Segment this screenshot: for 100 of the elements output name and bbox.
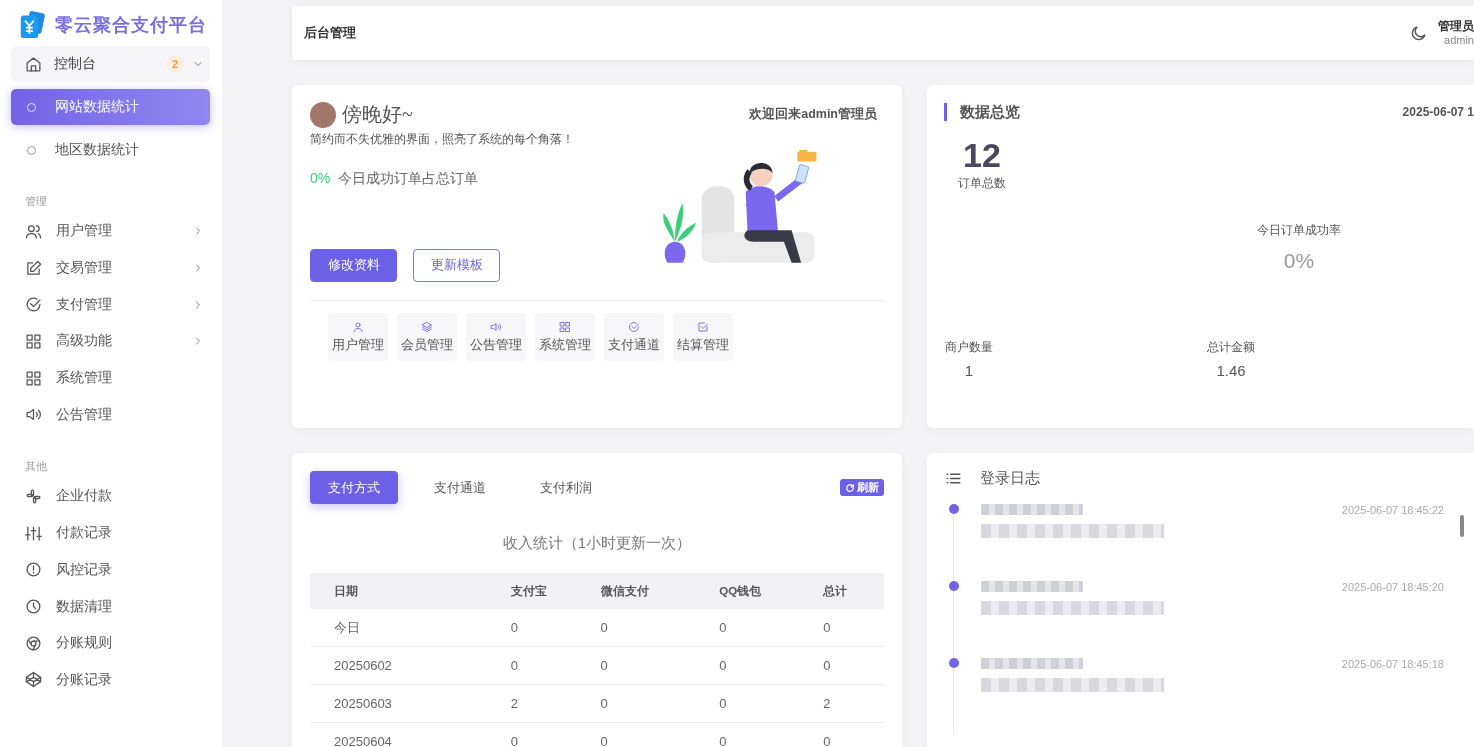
table-cell: 20250604 [310,722,511,747]
sliders-icon [25,524,42,542]
tab[interactable]: 支付方式 [310,471,398,504]
table-cell: 0 [600,684,720,723]
table-cell: 0 [600,646,720,685]
wallet-logo-icon [19,10,45,40]
stat-value: 1 [964,362,974,379]
success-rate-value: 0% [1283,249,1315,273]
sidebar-item[interactable]: 风控记录 [11,551,210,589]
avatar [310,101,336,128]
shortcut-tile[interactable]: 支付通道 [604,313,664,361]
shortcut-tile[interactable]: 会员管理 [397,313,457,361]
table-title: 收入统计（1小时更新一次） [501,534,693,553]
date-time: 2025-06-07 1 [1402,105,1474,119]
sidebar-item[interactable]: 企业付款 [11,478,210,515]
tagline: 简约而不失优雅的界面，照亮了系统的每个角落！ [310,131,575,148]
home-icon [25,55,42,73]
table-cell: 0 [823,609,884,647]
success-rate-label: 今日成功订单占总订单 [338,170,479,186]
column-header: 微信支付 [600,573,720,609]
sidebar-item[interactable]: 用户管理 [11,213,210,250]
table-cell: 20250603 [310,684,511,723]
sidebar-item[interactable]: 分账记录 [11,661,210,699]
stat-value: 1.46 [1216,362,1246,379]
success-rate: 0% [310,170,331,186]
sidebar-item[interactable]: 支付管理 [11,286,210,324]
user-role: 管理员 [1438,18,1474,34]
sidebar-item[interactable]: 交易管理 [11,249,210,287]
timeline-dot [949,658,959,668]
column-header: 总计 [823,573,884,609]
table-cell: 0 [510,722,601,747]
table-cell: 0 [823,722,884,747]
layers-icon [421,320,433,333]
user-name: admin [1444,33,1474,48]
checkbox-icon [697,320,709,333]
stat-label: 商户数量 [945,339,993,356]
shortcut-tile[interactable]: 用户管理 [328,313,388,361]
check-circle-icon [25,296,42,314]
welcome-text: 欢迎回来admin管理员 [749,106,877,123]
circle-aperture-icon [25,634,42,652]
cube-icon [25,671,42,689]
timestamp: 2025-06-07 18:45:18 [1341,658,1444,670]
count-badge: 2 [166,55,184,73]
card-title: 登录日志 [980,469,1040,488]
scrollbar[interactable] [1460,515,1464,537]
alert-icon [25,561,42,579]
column-header: 日期 [310,573,511,609]
column-header: QQ钱包 [719,573,824,609]
user-icon [352,320,364,333]
sidebar-item[interactable]: 系统管理 [11,359,210,397]
table-cell: 0 [600,722,720,747]
grid-icon [25,369,42,387]
table-cell: 0 [719,722,824,747]
tab[interactable]: 支付利润 [522,471,610,504]
edit-profile-button[interactable]: 修改资料 [310,249,397,282]
sidebar-item[interactable]: 公告管理 [11,396,210,434]
timestamp: 2025-06-07 18:45:22 [1341,504,1444,516]
submenu-item[interactable]: 网站数据统计 [11,89,210,125]
dashboard-menu-item[interactable]: 控制台 2 [11,46,210,82]
table-cell: 0 [719,609,824,647]
table-cell: 0 [719,646,824,685]
page-title: 后台管理 [304,24,356,42]
timestamp: 2025-06-07 18:45:20 [1341,581,1444,593]
shortcut-tile[interactable]: 系统管理 [535,313,595,361]
submenu-item[interactable]: 地区数据统计 [11,132,210,168]
clock-icon [25,598,42,616]
table-cell: 0 [719,684,824,723]
table-cell: 2 [510,684,601,723]
update-template-button[interactable]: 更新模板 [413,249,500,282]
success-rate-label: 今日订单成功率 [1257,222,1341,239]
sidebar-item[interactable]: 数据清理 [11,588,210,625]
refresh-button[interactable]: 刷新 [840,479,884,496]
shortcut-tile[interactable]: 公告管理 [466,313,526,361]
sidebar-item[interactable]: 付款记录 [11,514,210,552]
grid-icon [25,332,42,350]
timeline-dot [949,504,959,514]
section-title: 数据总览 [944,103,1020,121]
check-circle-icon [628,320,640,333]
table-cell: 今日 [310,609,511,647]
greeting: 傍晚好~ [342,102,413,127]
sidebar-item[interactable]: 高级功能 [11,323,210,360]
edit-icon [25,259,42,277]
section-label: 管理 [25,194,48,209]
timeline-dot [949,581,959,591]
stat-label: 总计金额 [1207,339,1255,356]
refresh-icon [845,482,855,493]
table-cell: 20250602 [310,646,511,685]
table-cell: 2 [823,684,884,723]
grid-icon [559,320,571,333]
column-header: 支付宝 [510,573,601,609]
total-orders-label: 订单总数 [958,175,1006,192]
speaker-icon [490,320,502,333]
total-orders-value: 12 [963,135,1001,175]
tab[interactable]: 支付通道 [416,471,504,504]
brand-title: 零云聚合支付平台 [55,14,207,37]
users-icon [25,222,42,240]
table-cell: 0 [510,609,601,647]
sidebar-item[interactable]: 分账规则 [11,624,210,662]
table-cell: 0 [510,646,601,685]
shortcut-tile[interactable]: 结算管理 [673,313,733,361]
